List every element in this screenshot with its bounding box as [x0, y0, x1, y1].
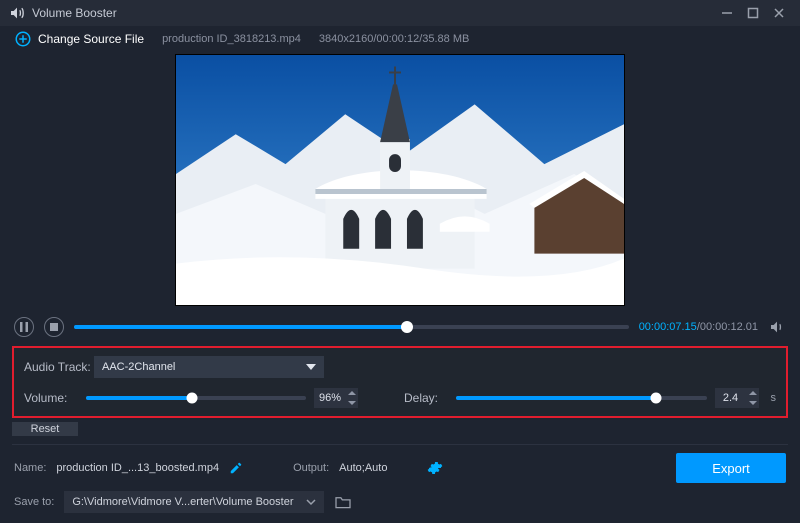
gear-icon[interactable]	[427, 460, 443, 476]
app-volume-icon	[8, 4, 26, 22]
export-button[interactable]: Export	[676, 453, 786, 483]
save-to-row: Save to: G:\Vidmore\Vidmore V...erter\Vo…	[14, 491, 786, 513]
export-label: Export	[712, 461, 750, 476]
volume-slider-fill	[86, 396, 192, 400]
spin-up-icon[interactable]	[346, 388, 358, 398]
audio-track-row: Audio Track: AAC-2Channel	[24, 356, 776, 378]
audio-track-select[interactable]: AAC-2Channel	[94, 356, 324, 378]
total-time: 00:00:12.01	[700, 321, 758, 333]
timecode: 00:00:07.15/00:00:12.01	[639, 321, 758, 333]
volume-control: Volume: 96%	[24, 388, 358, 408]
delay-label: Delay:	[404, 391, 448, 405]
audio-track-value: AAC-2Channel	[102, 361, 175, 373]
app-window: Volume Booster Change Source File produc…	[0, 0, 800, 523]
delay-unit: s	[771, 392, 777, 404]
delay-value-box[interactable]: 2.4	[715, 388, 759, 408]
change-source-label: Change Source File	[38, 32, 144, 46]
speaker-icon[interactable]	[768, 318, 786, 336]
plus-circle-icon	[14, 30, 32, 48]
volume-slider-knob[interactable]	[186, 392, 197, 403]
spin-down-icon[interactable]	[747, 398, 759, 408]
output-section: Name: production ID_...13_boosted.mp4 Ou…	[0, 445, 800, 523]
spin-down-icon[interactable]	[346, 398, 358, 408]
volume-slider[interactable]	[86, 396, 306, 400]
video-thumbnail[interactable]	[175, 54, 625, 306]
video-preview-area	[0, 52, 800, 312]
change-source-button[interactable]: Change Source File	[14, 30, 144, 48]
folder-open-icon[interactable]	[334, 495, 352, 509]
audio-sliders-row: Volume: 96% Delay:	[24, 388, 776, 408]
volume-value: 96%	[314, 392, 346, 404]
playback-controls: 00:00:07.15/00:00:12.01	[0, 312, 800, 341]
source-row: Change Source File production ID_3818213…	[0, 26, 800, 52]
volume-value-box[interactable]: 96%	[314, 388, 358, 408]
audio-track-label: Audio Track:	[24, 360, 94, 374]
delay-value: 2.4	[715, 392, 747, 404]
save-path-select[interactable]: G:\Vidmore\Vidmore V...erter\Volume Boos…	[64, 491, 324, 513]
chevron-down-icon	[306, 364, 316, 370]
save-path-value: G:\Vidmore\Vidmore V...erter\Volume Boos…	[72, 496, 293, 508]
current-time: 00:00:07.15	[639, 321, 697, 333]
chevron-down-icon	[306, 497, 316, 507]
output-name-row: Name: production ID_...13_boosted.mp4 Ou…	[14, 453, 786, 483]
reset-button[interactable]: Reset	[12, 422, 78, 437]
output-label: Output:	[293, 462, 329, 474]
maximize-button[interactable]	[740, 0, 766, 26]
spin-up-icon[interactable]	[747, 388, 759, 398]
delay-spinner[interactable]	[747, 388, 759, 408]
delay-slider-knob[interactable]	[651, 392, 662, 403]
delay-control: Delay: 2.4 s	[374, 388, 776, 408]
timeline-knob[interactable]	[401, 321, 413, 333]
titlebar: Volume Booster	[0, 0, 800, 26]
name-value: production ID_...13_boosted.mp4	[56, 462, 219, 474]
app-title: Volume Booster	[32, 6, 117, 20]
timeline-fill	[74, 325, 407, 329]
volume-spinner[interactable]	[346, 388, 358, 408]
audio-settings-panel: Audio Track: AAC-2Channel Volume: 96%	[12, 346, 788, 418]
delay-slider-fill	[456, 396, 656, 400]
close-button[interactable]	[766, 0, 792, 26]
pencil-icon[interactable]	[229, 461, 243, 475]
playback-timeline[interactable]	[74, 325, 629, 329]
reset-label: Reset	[31, 423, 60, 435]
pause-button[interactable]	[14, 317, 34, 337]
output-value: Auto;Auto	[339, 462, 387, 474]
source-filename: production ID_3818213.mp4	[162, 33, 301, 45]
delay-slider[interactable]	[456, 396, 707, 400]
name-label: Name:	[14, 462, 46, 474]
minimize-button[interactable]	[714, 0, 740, 26]
source-meta: 3840x2160/00:00:12/35.88 MB	[319, 33, 469, 45]
stop-button[interactable]	[44, 317, 64, 337]
save-to-label: Save to:	[14, 496, 54, 508]
volume-label: Volume:	[24, 391, 78, 405]
